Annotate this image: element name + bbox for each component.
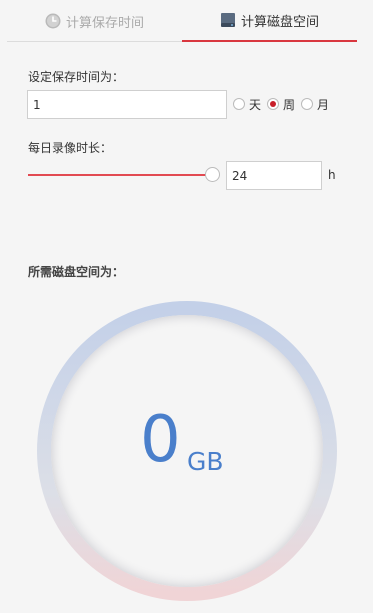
hours-unit-label: h <box>328 168 336 182</box>
retention-unit-radio-group: 天 周 月 <box>233 96 335 112</box>
recording-hours-input[interactable] <box>226 161 322 190</box>
tab-calc-retention-time[interactable]: 计算保存时间 <box>7 0 182 42</box>
radio-button[interactable] <box>301 98 314 110</box>
recording-hours-label: 每日录像时长： <box>28 141 113 155</box>
radio-day[interactable]: 天 <box>233 96 261 113</box>
required-space-unit: GB <box>187 447 224 476</box>
required-space-label: 所需磁盘空间为： <box>28 265 125 279</box>
radio-button[interactable] <box>233 98 245 110</box>
tab-calc-disk-space[interactable]: 计算磁盘空间 <box>182 0 357 42</box>
tab-bar: 计算保存时间 计算磁盘空间 <box>7 0 357 42</box>
recording-hours-slider-handle[interactable] <box>205 167 220 182</box>
radio-label: 月 <box>317 97 330 112</box>
recording-hours-slider-track[interactable] <box>28 174 212 176</box>
tab-label: 计算保存时间 <box>65 15 144 31</box>
required-space-value: 0 <box>140 403 181 477</box>
radio-week[interactable]: 周 <box>267 96 295 113</box>
hard-disk-icon <box>220 12 236 28</box>
retention-value-input[interactable] <box>27 90 227 119</box>
retention-label: 设定保存时间为： <box>28 70 125 84</box>
radio-label: 周 <box>283 97 296 112</box>
clock-icon <box>45 13 61 29</box>
radio-month[interactable]: 月 <box>301 96 329 113</box>
radio-label: 天 <box>249 97 262 112</box>
tab-label: 计算磁盘空间 <box>240 14 319 30</box>
radio-button-selected[interactable] <box>267 98 280 110</box>
